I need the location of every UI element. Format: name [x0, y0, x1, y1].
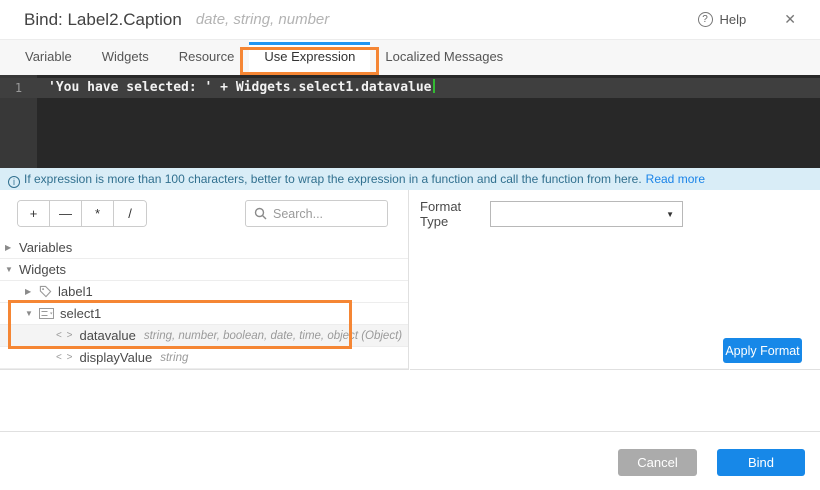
read-more-link[interactable]: Read more [646, 172, 705, 186]
bind-button[interactable]: Bind [717, 449, 805, 476]
search-icon [254, 207, 267, 220]
operator-multiply-button[interactable]: * [82, 201, 114, 226]
tree-item-label: datavalue [79, 328, 135, 343]
tab-bar: Variable Widgets Resource Use Expression… [0, 40, 820, 75]
chevron-down-icon[interactable]: ▼ [25, 309, 39, 318]
text-cursor [433, 79, 435, 93]
tree-item-label: select1 [60, 306, 101, 321]
chevron-right-icon[interactable]: ▶ [5, 243, 19, 252]
tree-item-label: Variables [19, 240, 72, 255]
dialog-footer: Cancel Bind [0, 431, 820, 490]
tree-item-label: displayValue [79, 350, 152, 365]
operator-plus-button[interactable]: + [18, 201, 50, 226]
operator-minus-button[interactable]: — [50, 201, 82, 226]
operator-button-group: + — * / [17, 200, 147, 227]
format-type-label: Format Type [420, 199, 490, 229]
tab-widgets[interactable]: Widgets [87, 40, 164, 75]
expression-toolbar: + — * / [17, 200, 388, 227]
dropdown-arrow-icon: ▼ [666, 210, 674, 219]
info-message: If expression is more than 100 character… [24, 172, 642, 186]
tab-localized-messages[interactable]: Localized Messages [370, 40, 518, 75]
tab-variable[interactable]: Variable [10, 40, 87, 75]
tree-item-select1[interactable]: ▼ select1 [0, 303, 408, 325]
tab-use-expression-label: Use Expression [264, 49, 355, 64]
search-input[interactable] [273, 207, 379, 221]
property-icon: < > [56, 330, 73, 341]
tree-item-datavalue[interactable]: < > datavalue string, number, boolean, d… [0, 325, 408, 347]
tree-item-label: label1 [58, 284, 93, 299]
chevron-down-icon[interactable]: ▼ [5, 265, 19, 274]
tree-item-variables[interactable]: ▶ Variables [0, 237, 408, 259]
active-tab-indicator [249, 42, 370, 45]
dialog-title: Bind: Label2.Caption [24, 10, 182, 30]
property-icon: < > [56, 352, 73, 363]
editor-line-number: 1 [0, 78, 37, 98]
info-icon: i [8, 176, 20, 188]
property-type-label: string, number, boolean, date, time, obj… [144, 330, 402, 342]
tree-search-box[interactable] [245, 200, 388, 227]
bind-tree-panel: + — * / ▶ Variables ▼ [0, 190, 409, 370]
select-widget-icon [39, 308, 54, 319]
help-link[interactable]: Help [720, 12, 747, 27]
tree-item-displayvalue[interactable]: < > displayValue string [0, 347, 408, 369]
tag-icon [39, 285, 52, 298]
tree-item-label1[interactable]: ▶ label1 [0, 281, 408, 303]
format-type-row: Format Type ▼ [420, 199, 683, 229]
cancel-button[interactable]: Cancel [618, 449, 697, 476]
tree-item-label: Widgets [19, 262, 66, 277]
expression-code-line[interactable]: 'You have selected: ' + Widgets.select1.… [48, 78, 435, 98]
close-icon[interactable]: ✕ [784, 11, 796, 28]
help-icon[interactable]: ? [698, 12, 713, 27]
header-actions: ? Help ✕ [698, 11, 796, 28]
format-type-select[interactable]: ▼ [490, 201, 683, 227]
bind-source-tree: ▶ Variables ▼ Widgets ▶ label1 ▼ [0, 237, 408, 369]
tab-resource[interactable]: Resource [164, 40, 250, 75]
tree-item-widgets[interactable]: ▼ Widgets [0, 259, 408, 281]
property-type-label: string [160, 352, 188, 364]
main-content: + — * / ▶ Variables ▼ [0, 190, 820, 370]
apply-format-button[interactable]: Apply Format [723, 338, 802, 363]
dialog-subtitle: date, string, number [196, 11, 329, 28]
format-panel: Format Type ▼ Apply Format [410, 190, 820, 370]
tab-use-expression[interactable]: Use Expression [249, 40, 370, 75]
info-bar: i If expression is more than 100 characte… [0, 168, 820, 190]
chevron-right-icon[interactable]: ▶ [25, 287, 39, 296]
operator-divide-button[interactable]: / [114, 201, 146, 226]
expression-text: 'You have selected: ' + Widgets.select1.… [48, 80, 432, 95]
expression-editor[interactable]: 1 'You have selected: ' + Widgets.select… [0, 75, 820, 168]
dialog-header: Bind: Label2.Caption date, string, numbe… [0, 0, 820, 40]
bind-dialog: Bind: Label2.Caption date, string, numbe… [0, 0, 820, 490]
